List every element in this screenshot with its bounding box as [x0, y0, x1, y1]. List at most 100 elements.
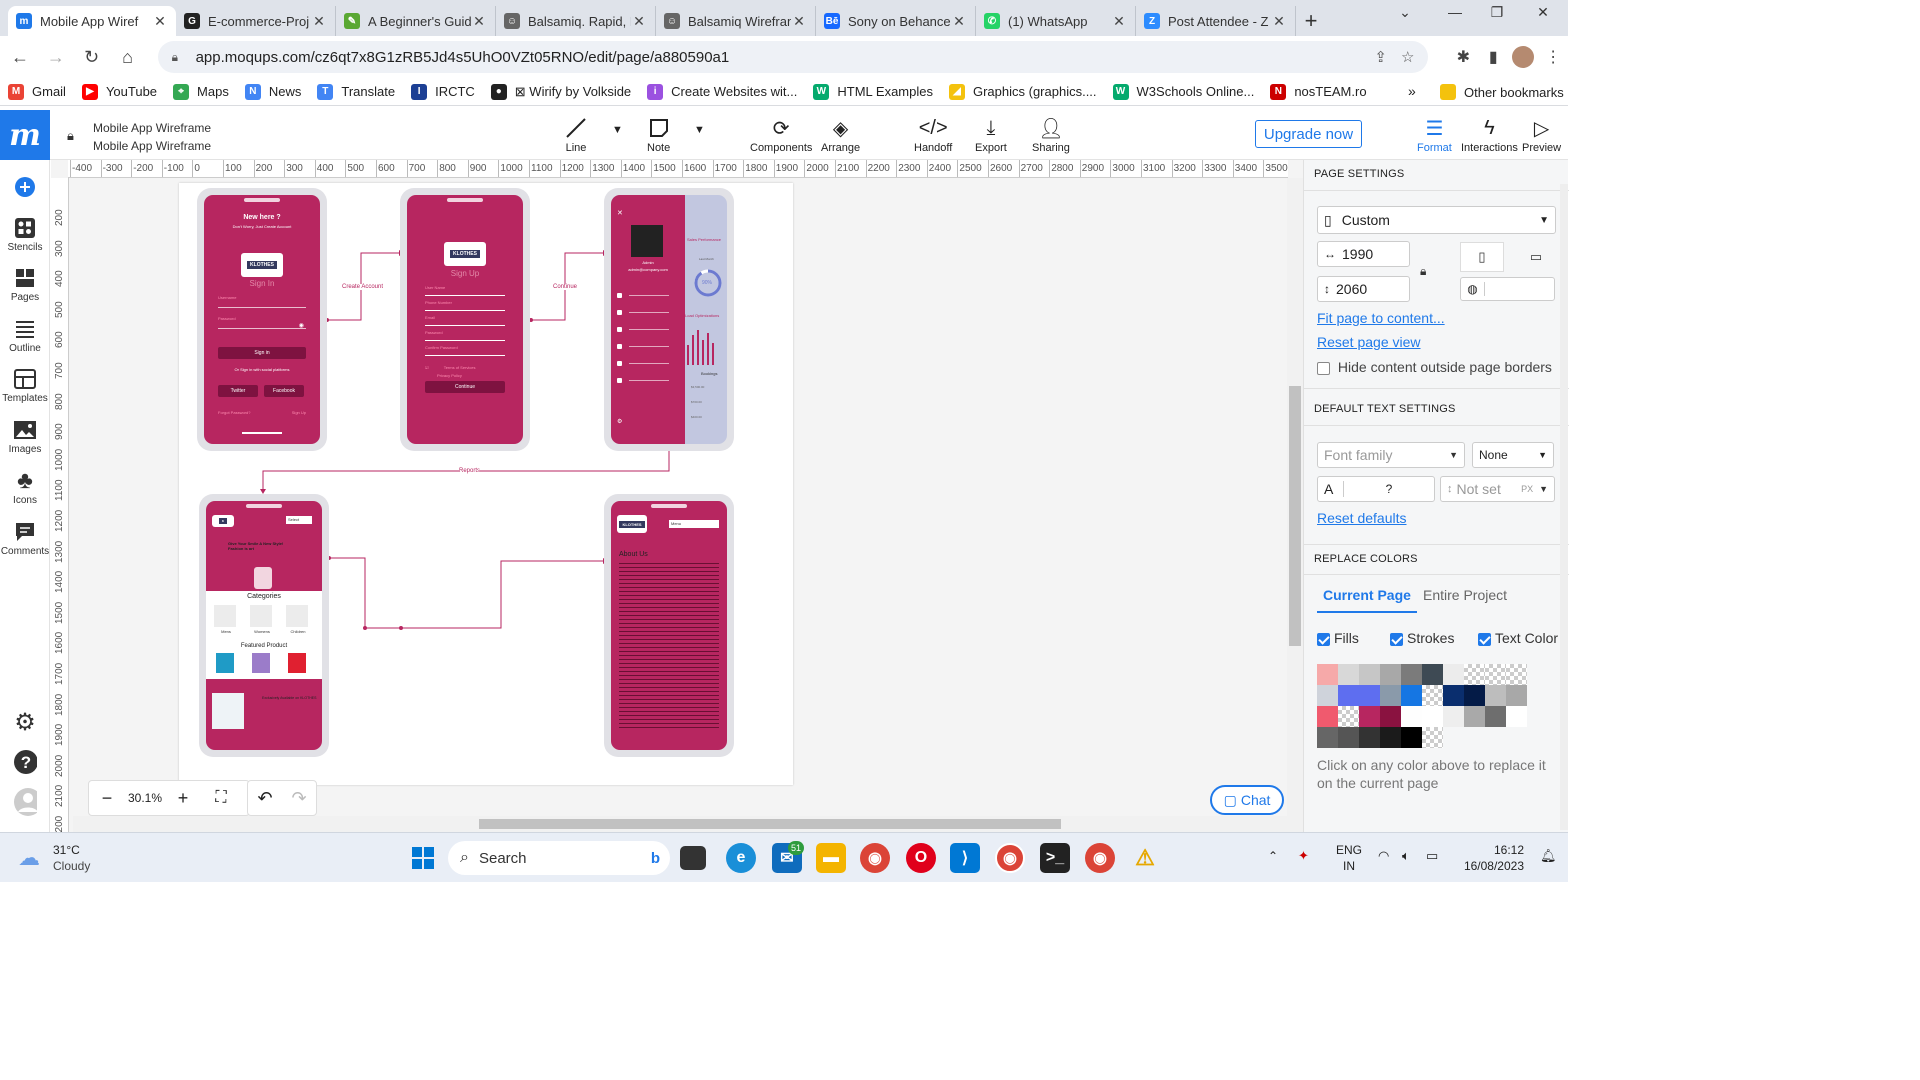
color-swatch[interactable]	[1422, 664, 1443, 685]
minimize-icon[interactable]: —	[1440, 4, 1470, 20]
browser-tab[interactable]: Bē Sony on Behance ✕	[816, 6, 976, 36]
moqups-logo[interactable]: m	[0, 110, 50, 160]
phone-about[interactable]: KLOTHES Menu About Us	[604, 494, 734, 757]
color-swatch[interactable]	[1401, 727, 1422, 748]
avatar[interactable]	[1508, 42, 1538, 72]
more-bookmarks-icon[interactable]: »	[1408, 83, 1416, 99]
phone-signup[interactable]: KLOTHES Sign Up User Name Phone Number Ema…	[400, 188, 530, 451]
vertical-scrollbar[interactable]	[1287, 178, 1303, 832]
text-color-option[interactable]: Text Color	[1478, 630, 1558, 646]
battery-icon[interactable]: ▭	[1426, 848, 1438, 864]
sidebar-item-images[interactable]: Images	[0, 418, 50, 455]
opera-icon[interactable]: O	[906, 843, 936, 873]
twitter-button[interactable]: Twitter	[218, 385, 258, 397]
scroll-thumb[interactable]	[479, 819, 1061, 829]
new-tab-button[interactable]: +	[1296, 6, 1326, 36]
color-swatch[interactable]	[1380, 706, 1401, 727]
signup-field-input[interactable]	[425, 340, 505, 341]
signin-button[interactable]: Sign in	[218, 347, 306, 359]
forgot-password-link[interactable]: Forgot Password?	[218, 410, 250, 415]
extensions-icon[interactable]: ✱	[1448, 42, 1478, 72]
signup-field-input[interactable]	[425, 355, 505, 356]
other-bookmarks[interactable]: Other bookmarks	[1440, 84, 1564, 100]
lock-ratio-icon[interactable]: 🔒︎	[1420, 264, 1426, 279]
home-icon[interactable]: ⌂	[112, 41, 144, 73]
password-field[interactable]	[218, 328, 306, 329]
sidebar-item-pages[interactable]: Pages	[0, 266, 50, 303]
settings-button[interactable]: ⚙	[0, 709, 50, 736]
preview-tab[interactable]: ▷ Preview	[1522, 114, 1561, 155]
tab-search-icon[interactable]: ⌄	[1390, 4, 1420, 21]
color-swatch[interactable]	[1506, 685, 1527, 706]
add-button[interactable]	[0, 175, 50, 201]
help-button[interactable]: ?	[0, 750, 50, 776]
color-swatch[interactable]	[1338, 685, 1359, 706]
color-swatch[interactable]	[1464, 664, 1485, 685]
color-swatch[interactable]	[1422, 727, 1443, 748]
color-swatch[interactable]	[1380, 727, 1401, 748]
color-swatch[interactable]	[1317, 727, 1338, 748]
arrange-tool[interactable]: ◈ Arrange	[821, 114, 860, 155]
tray-app-icon[interactable]: ✦	[1298, 848, 1309, 864]
browser-tab[interactable]: ✆ (1) WhatsApp ✕	[976, 6, 1136, 36]
back-icon[interactable]: ←	[4, 41, 36, 73]
note-tool[interactable]: Note	[647, 114, 670, 154]
width-field[interactable]: ↔ 1990	[1317, 241, 1410, 267]
color-swatch[interactable]	[1380, 664, 1401, 685]
clock[interactable]: 16:12 16/08/2023	[1458, 842, 1524, 874]
horizontal-scrollbar[interactable]	[73, 816, 1287, 832]
bookmark-item[interactable]: NnosTEAM.ro	[1270, 83, 1367, 100]
bookmark-item[interactable]: M Gmail	[8, 83, 66, 100]
tab-entire-project[interactable]: Entire Project	[1423, 587, 1507, 603]
color-swatch[interactable]	[1338, 727, 1359, 748]
hide-outside-checkbox[interactable]	[1317, 361, 1330, 375]
color-swatch[interactable]	[1485, 706, 1506, 727]
task-view-icon[interactable]	[680, 846, 706, 870]
menu-dropdown[interactable]: Menu	[669, 520, 719, 528]
color-swatch[interactable]	[1401, 706, 1422, 727]
sidebar-item-templates[interactable]: Templates	[0, 367, 50, 404]
reload-icon[interactable]: ↻	[76, 41, 108, 73]
color-swatch[interactable]	[1359, 664, 1380, 685]
color-swatch[interactable]	[1359, 706, 1380, 727]
drawer-item[interactable]	[617, 344, 679, 350]
category-item[interactable]: Mens	[214, 605, 238, 634]
line-tool[interactable]: Line	[564, 114, 588, 154]
redo-icon[interactable]: ↷	[291, 788, 306, 809]
bookmark-item[interactable]: ⌖ Maps	[173, 83, 229, 100]
file-explorer-icon[interactable]: ▬	[816, 843, 846, 873]
product-hoodie[interactable]	[252, 653, 270, 673]
color-swatch[interactable]	[1422, 685, 1443, 706]
color-swatch[interactable]	[1338, 664, 1359, 685]
close-window-icon[interactable]: ✕	[1528, 4, 1558, 21]
browser-tab[interactable]: ✎ A Beginner's Guid ✕	[336, 6, 496, 36]
chrome-alt-icon[interactable]: ◉	[1085, 843, 1115, 873]
browser-tab[interactable]: G E-commerce-Proj ✕	[176, 6, 336, 36]
bookmark-item[interactable]: I IRCTC	[411, 83, 475, 100]
reset-defaults-link[interactable]: Reset defaults	[1317, 510, 1407, 526]
wifi-icon[interactable]: ◠	[1378, 848, 1389, 864]
interactions-tab[interactable]: ϟ Interactions	[1461, 114, 1518, 155]
phone-home[interactable]: K Select Give Your Smile A New Style! Fa…	[199, 494, 329, 757]
volume-icon[interactable]: 🔈︎	[1402, 848, 1410, 864]
language-indicator[interactable]: ENG IN	[1336, 842, 1362, 874]
landscape-button[interactable]: ▭	[1514, 242, 1558, 272]
settings-icon[interactable]: ⚙	[617, 418, 622, 425]
color-swatch[interactable]	[1401, 664, 1422, 685]
text-color-checkbox[interactable]	[1478, 632, 1491, 646]
handoff-tool[interactable]: </> Handoff	[914, 114, 952, 155]
panel-scrollbar[interactable]	[1560, 184, 1568, 830]
site-info-icon[interactable]: 🔒︎	[172, 50, 184, 64]
address-bar[interactable]: 🔒︎ app.moqups.com/cz6qt7x8G1zRB5Jd4s5UhO…	[157, 41, 1429, 73]
username-field[interactable]	[218, 307, 306, 308]
line-dropdown[interactable]: ▼	[612, 124, 623, 136]
taskbar-search[interactable]: ⌕ Search b	[448, 841, 670, 875]
strokes-checkbox[interactable]	[1390, 632, 1403, 646]
drawer-item[interactable]	[617, 378, 679, 384]
hide-outside-option[interactable]: Hide content outside page borders	[1317, 359, 1552, 375]
bookmark-item[interactable]: ◢ Graphics (graphics....	[948, 83, 1097, 100]
sidebar-item-stencils[interactable]: Stencils	[0, 216, 50, 253]
color-swatch[interactable]	[1506, 664, 1527, 685]
bookmark-item[interactable]: ● ⊠ Wirify by Volkside	[490, 83, 631, 100]
sharing-tool[interactable]: 👤︎ Sharing	[1032, 114, 1070, 155]
